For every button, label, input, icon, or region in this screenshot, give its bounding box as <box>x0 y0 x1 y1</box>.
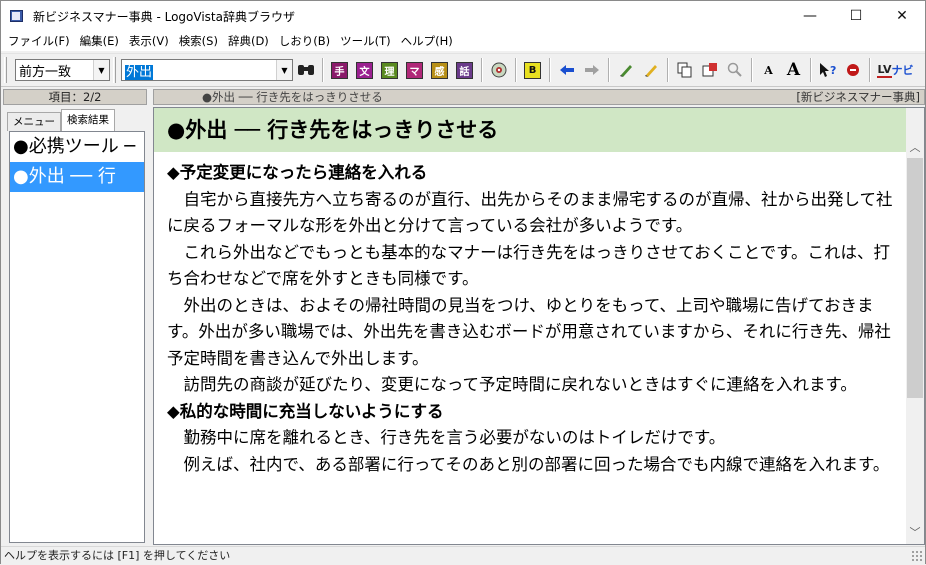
toolbar-separator <box>549 58 550 82</box>
app-book-icon <box>9 8 25 24</box>
copy-icon[interactable] <box>674 59 696 81</box>
vertical-scrollbar[interactable]: ︿ ﹀ <box>906 108 924 544</box>
minimize-button[interactable]: — <box>787 1 833 31</box>
forward-arrow-icon[interactable] <box>581 59 603 81</box>
b-icon: B <box>524 61 541 79</box>
status-text: ヘルプを表示するには [F1] を押してください <box>4 549 231 562</box>
right-pane: ●外出 ── 行き先をはっきりさせる [新ビジネスマナー事典] ●外出 ── 行… <box>153 89 925 545</box>
tab-menu[interactable]: メニュー <box>7 112 61 131</box>
menu-dictionary[interactable]: 辞典(D) <box>223 31 274 51</box>
menu-search[interactable]: 検索(S) <box>174 31 223 51</box>
dict-button-3[interactable]: 理 <box>379 59 401 81</box>
back-arrow-icon[interactable] <box>556 59 578 81</box>
menu-view[interactable]: 表示(V) <box>124 31 174 51</box>
scroll-up-icon[interactable]: ︿ <box>906 138 924 156</box>
disc-icon[interactable] <box>488 59 510 81</box>
paragraph: 外出のときは、およその帰社時間の見当をつけ、ゆとりをもって、上司や職場に告げてお… <box>167 295 891 368</box>
section-title: ◆私的な時間に充当しないようにする <box>167 401 444 421</box>
dict-button-1[interactable]: 手 <box>329 59 351 81</box>
list-item-selected[interactable]: ●外出 ── 行 <box>10 162 144 192</box>
title-bar: 新ビジネスマナー事典 - LogoVista辞典ブラウザ — ☐ ✕ <box>1 1 925 31</box>
dictionary-icon: 感 <box>431 61 448 79</box>
paragraph: 訪問先の商談が延びたり、変更になって予定時間に戻れないときはすぐに連絡を入れます… <box>183 375 857 394</box>
paragraph: 例えば、社内で、ある部署に行ってそのあと別の部署に回った場合でも内線で連絡を入れ… <box>183 454 890 474</box>
toolbar-separator <box>515 58 516 82</box>
toolbar-separator <box>322 58 323 82</box>
toolbar-separator <box>667 58 668 82</box>
menu-edit[interactable]: 編集(E) <box>75 31 124 51</box>
menu-tools[interactable]: ツール(T) <box>335 31 396 51</box>
search-mode-value: 前方一致 <box>19 64 72 80</box>
image-icon[interactable] <box>699 59 721 81</box>
scroll-thumb[interactable] <box>907 158 923 398</box>
search-input-text: 外出 <box>125 64 154 80</box>
navi-label: ナビ <box>891 64 914 77</box>
font-large-button[interactable]: A <box>783 59 805 81</box>
dictionary-icon: 理 <box>381 61 398 79</box>
toolbar-separator <box>481 58 482 82</box>
menu-bar: ファイル(F) 編集(E) 表示(V) 検索(S) 辞典(D) しおり(B) ツ… <box>1 31 925 51</box>
paragraph: 勤務中に席を離れるとき、行き先を言う必要がないのはトイレだけです。 <box>183 428 726 447</box>
stop-icon[interactable] <box>842 59 864 81</box>
app-window: 新ビジネスマナー事典 - LogoVista辞典ブラウザ — ☐ ✕ ファイル(… <box>0 0 926 564</box>
toolbar-grip[interactable] <box>113 57 116 83</box>
paragraph: 自宅から直接先方へ立ち寄るのが直行、出先からそのまま帰宅するのが直帰、社から出発… <box>167 189 893 236</box>
item-count-header: 項目：2/2 <box>3 89 147 105</box>
search-results-list: ●必携ツール ─ ●外出 ── 行 <box>9 131 145 543</box>
window-controls: — ☐ ✕ <box>787 1 925 31</box>
dict-button-6[interactable]: 話 <box>454 59 476 81</box>
pencil-icon[interactable] <box>640 59 662 81</box>
list-item[interactable]: ●必携ツール ─ <box>10 132 144 162</box>
binoculars-search-icon[interactable] <box>295 59 317 81</box>
dict-button-2[interactable]: 文 <box>354 59 376 81</box>
entry-title: ●外出 ── 行き先をはっきりさせる <box>154 108 906 152</box>
resize-grip-icon[interactable] <box>911 550 923 562</box>
lv-logo-icon: LV <box>877 62 892 78</box>
dictionary-icon: マ <box>406 61 423 79</box>
font-small-button[interactable]: A <box>758 59 780 81</box>
left-pane: 項目：2/2 メニュー 検索結果 ●必携ツール ─ ●外出 ── 行 <box>1 89 149 545</box>
menu-bookmark[interactable]: しおり(B) <box>274 31 335 51</box>
chevron-down-icon[interactable]: ▼ <box>276 60 292 80</box>
search-mode-select[interactable]: 前方一致 ▼ <box>15 59 110 81</box>
dictionary-icon: 話 <box>456 61 473 79</box>
dict-button-5[interactable]: 感 <box>429 59 451 81</box>
status-bar: ヘルプを表示するには [F1] を押してください <box>1 546 925 564</box>
chevron-down-icon[interactable]: ▼ <box>93 60 109 80</box>
zoom-icon[interactable] <box>724 59 746 81</box>
search-input[interactable]: 外出 ▼ <box>121 59 293 81</box>
b-button[interactable]: B <box>522 59 544 81</box>
left-tabs: メニュー 検索結果 <box>7 109 115 131</box>
window-title: 新ビジネスマナー事典 - LogoVista辞典ブラウザ <box>33 9 295 24</box>
marker-pen-icon[interactable] <box>615 59 637 81</box>
close-button[interactable]: ✕ <box>879 1 925 31</box>
menu-file[interactable]: ファイル(F) <box>3 31 75 51</box>
tab-search-results[interactable]: 検索結果 <box>61 109 115 131</box>
entry-content: ●外出 ── 行き先をはっきりさせる ◆予定変更になったら連絡を入れる 自宅から… <box>153 107 925 545</box>
svg-text:?: ? <box>830 64 836 77</box>
paragraph: これら外出などでもっとも基本的なマナーは行き先をはっきりさせておくことです。これ… <box>167 242 891 289</box>
dictionary-icon: 手 <box>331 61 348 79</box>
toolbar-separator <box>869 58 870 82</box>
maximize-button[interactable]: ☐ <box>833 1 879 31</box>
toolbar: 前方一致 ▼ 外出 ▼ 手 文 理 マ 感 話 B A A ? LV ナビ <box>1 53 925 87</box>
dictionary-name: [新ビジネスマナー事典] <box>796 90 920 104</box>
dictionary-icon: 文 <box>356 61 373 79</box>
scroll-down-icon[interactable]: ﹀ <box>906 523 924 541</box>
toolbar-separator <box>608 58 609 82</box>
toolbar-separator <box>810 58 811 82</box>
lv-navi-button[interactable]: LV ナビ <box>876 59 916 81</box>
content-header: ●外出 ── 行き先をはっきりさせる [新ビジネスマナー事典] <box>153 89 925 105</box>
entry-breadcrumb: ●外出 ── 行き先をはっきりさせる <box>202 90 383 104</box>
menu-help[interactable]: ヘルプ(H) <box>396 31 458 51</box>
help-cursor-icon[interactable]: ? <box>817 59 839 81</box>
toolbar-separator <box>751 58 752 82</box>
dict-button-4[interactable]: マ <box>404 59 426 81</box>
toolbar-grip[interactable] <box>4 57 7 83</box>
entry-body: ◆予定変更になったら連絡を入れる 自宅から直接先方へ立ち寄るのが直行、出先からそ… <box>167 160 897 478</box>
section-title: ◆予定変更になったら連絡を入れる <box>167 163 428 182</box>
